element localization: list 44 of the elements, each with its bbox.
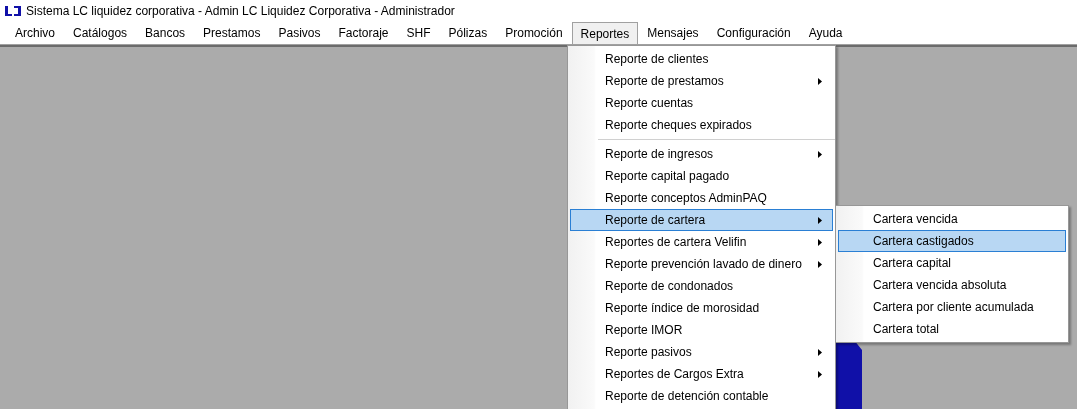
menu-bar-item[interactable]: Factoraje <box>329 22 398 44</box>
submenu-arrow-icon <box>818 348 822 356</box>
menu-item[interactable]: Cartera vencida absoluta <box>838 274 1066 296</box>
menu-item[interactable]: Cartera total <box>838 318 1066 340</box>
submenu-arrow-icon <box>818 238 822 246</box>
menu-item[interactable]: Cartera castigados <box>838 230 1066 252</box>
window-title: Sistema LC liquidez corporativa - Admin LC Liquidez Corporativa - Administrador <box>26 3 455 20</box>
menu-item[interactable]: Reporte de prestamos <box>570 70 833 92</box>
menu-bar-item[interactable]: Bancos <box>136 22 195 44</box>
menu-bar-item[interactable]: Mensajes <box>638 22 708 44</box>
submenu-arrow-icon <box>818 370 822 378</box>
menu-item[interactable]: Cartera por cliente acumulada <box>838 296 1066 318</box>
menu-bar-item[interactable]: Pólizas <box>439 22 497 44</box>
menu-bar-item[interactable]: SHF <box>397 22 440 44</box>
menu-bar-item[interactable]: Reportes <box>571 22 639 44</box>
menu-item[interactable]: Reporte de detención contable <box>570 385 833 407</box>
menu-item[interactable]: Reporte índice de morosidad <box>570 297 833 319</box>
menu-item[interactable]: Cartera capital <box>838 252 1066 274</box>
menu-bar-item[interactable]: Pasivos <box>269 22 330 44</box>
menu-bar-item[interactable]: Prestamos <box>194 22 270 44</box>
menu-bar-item[interactable]: Configuración <box>707 22 800 44</box>
menu-item[interactable]: Reporte conceptos AdminPAQ <box>570 187 833 209</box>
menu-item[interactable]: Reporte de condonados <box>570 275 833 297</box>
menu-item[interactable]: Reportes de Cargos Extra <box>570 363 833 385</box>
menu-item[interactable]: Reporte prevención lavado de dinero <box>570 253 833 275</box>
menu-item[interactable]: Cartera vencida <box>838 208 1066 230</box>
submenu-arrow-icon <box>818 216 822 224</box>
submenu-arrow-icon <box>818 150 822 158</box>
menu-item[interactable]: Reporte de cartera <box>570 209 833 231</box>
submenu-arrow-icon <box>818 77 822 85</box>
menu-item[interactable]: Reporte de ingresos <box>570 143 833 165</box>
menu-bar-item[interactable]: Promoción <box>496 22 572 44</box>
menu-item[interactable]: Reporte de clientes <box>570 48 833 70</box>
menu-item[interactable]: Reporte capital pagado <box>570 165 833 187</box>
menu-item[interactable]: Reporte pasivos <box>570 341 833 363</box>
menu-item[interactable]: Reporte IMOR <box>570 319 833 341</box>
menu-bar-item[interactable]: Catálogos <box>64 22 137 44</box>
app-logo-icon <box>4 5 22 17</box>
menu-item[interactable]: Reporte cheques expirados <box>570 114 833 136</box>
submenu-arrow-icon <box>818 260 822 268</box>
menu-bar-item[interactable]: Archivo <box>6 22 64 44</box>
menu-item[interactable]: Reportes de cartera Velifin <box>570 231 833 253</box>
menu-item[interactable]: Reporte cuentas <box>570 92 833 114</box>
menu-bar-item[interactable]: Ayuda <box>799 22 852 44</box>
